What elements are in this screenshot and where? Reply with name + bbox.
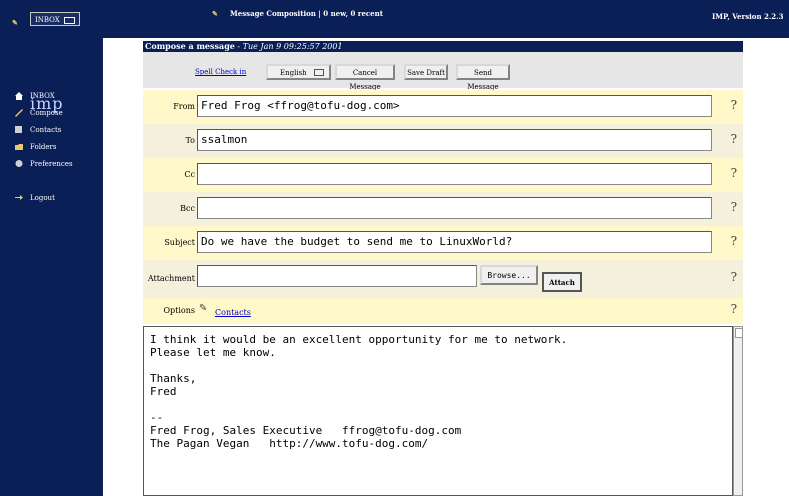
mailbox-select-value: INBOX (35, 16, 60, 24)
compose-icon (15, 109, 23, 117)
sidebar-item-label: Compose (30, 108, 63, 117)
spell-check-link[interactable]: Spell Check in (195, 68, 246, 76)
pencil-icon: ✎ (12, 18, 18, 27)
attach-button[interactable]: Attach (542, 272, 582, 292)
subject-label: Subject (164, 238, 195, 247)
sidebar-item-contacts[interactable]: Contacts (14, 125, 61, 134)
sidebar-item-preferences[interactable]: Preferences (14, 159, 73, 168)
contacts-book-icon: ✎ (199, 303, 208, 314)
compose-title: Compose a message (145, 41, 235, 51)
version-text: IMP, Version 2.2.3 (712, 12, 784, 21)
home-icon (15, 92, 23, 100)
send-message-button[interactable]: Send Message (456, 64, 510, 91)
language-select[interactable]: English (266, 64, 331, 80)
sidebar-item-label: Folders (30, 142, 57, 151)
status-text: Message Composition | 0 new, 0 recent (230, 9, 383, 18)
preferences-icon (15, 160, 23, 167)
help-icon[interactable]: ? (731, 132, 737, 146)
message-body[interactable]: I think it would be an excellent opportu… (143, 326, 733, 496)
sidebar-item-folders[interactable]: Folders (14, 142, 57, 151)
bcc-row: Bcc ? (143, 192, 743, 226)
attachment-label: Attachment (147, 274, 195, 283)
bcc-field[interactable] (197, 197, 712, 219)
to-row: To ssalmon ? (143, 124, 743, 158)
dropdown-icon (314, 69, 324, 76)
scroll-up-icon[interactable] (735, 328, 743, 338)
compose-date: - Tue Jan 9 09:25:57 2001 (237, 42, 343, 51)
from-label: From (173, 102, 195, 111)
language-value: English (280, 69, 307, 77)
top-bar: ✎ INBOX ✎ Message Composition | 0 new, 0… (0, 0, 789, 38)
sidebar-item-label: INBOX (30, 91, 55, 100)
cc-label: Cc (184, 170, 195, 179)
browse-button[interactable]: Browse... (480, 265, 538, 285)
contacts-icon (15, 126, 22, 133)
cc-row: Cc ? (143, 158, 743, 192)
to-field[interactable]: ssalmon (197, 129, 712, 151)
mailbox-select[interactable]: INBOX (30, 12, 80, 26)
bcc-label: Bcc (180, 204, 195, 213)
help-icon[interactable]: ? (731, 270, 737, 284)
help-icon[interactable]: ? (731, 302, 737, 316)
compose-header-icon: ✎ (212, 9, 218, 18)
to-label: To (185, 136, 195, 145)
compose-toolbar: Spell Check in English Cancel Message Sa… (143, 52, 743, 91)
dropdown-icon (64, 17, 75, 24)
from-row: From Fred Frog <ffrog@tofu-dog.com> ? (143, 90, 743, 124)
attachment-row: Attachment Browse... Attach ? (143, 260, 743, 298)
options-label: Options (163, 306, 195, 315)
help-icon[interactable]: ? (731, 234, 737, 248)
compose-title-bar: Compose a message - Tue Jan 9 09:25:57 2… (143, 41, 743, 52)
subject-row: Subject Do we have the budget to send me… (143, 226, 743, 260)
help-icon[interactable]: ? (731, 166, 737, 180)
sidebar: imp INBOX Compose Contacts Folders Prefe… (0, 38, 103, 496)
help-icon[interactable]: ? (731, 200, 737, 214)
sidebar-item-label: Preferences (30, 159, 73, 168)
help-icon[interactable]: ? (731, 98, 737, 112)
contacts-link[interactable]: Contacts (215, 308, 251, 317)
attachment-field[interactable] (197, 265, 477, 287)
sidebar-item-inbox[interactable]: INBOX (14, 91, 55, 100)
cancel-message-button[interactable]: Cancel Message (335, 64, 395, 91)
logout-icon (15, 195, 23, 200)
sidebar-item-label: Logout (30, 193, 55, 202)
folders-icon (15, 144, 23, 150)
sidebar-item-compose[interactable]: Compose (14, 108, 63, 117)
sidebar-item-logout[interactable]: Logout (14, 193, 55, 202)
options-row: Options ✎ Contacts ? (143, 298, 743, 324)
subject-field[interactable]: Do we have the budget to send me to Linu… (197, 231, 712, 253)
save-draft-button[interactable]: Save Draft (404, 64, 448, 80)
from-field[interactable]: Fred Frog <ffrog@tofu-dog.com> (197, 95, 712, 117)
cc-field[interactable] (197, 163, 712, 185)
message-body-scrollbar[interactable] (733, 326, 743, 496)
sidebar-item-label: Contacts (30, 125, 62, 134)
